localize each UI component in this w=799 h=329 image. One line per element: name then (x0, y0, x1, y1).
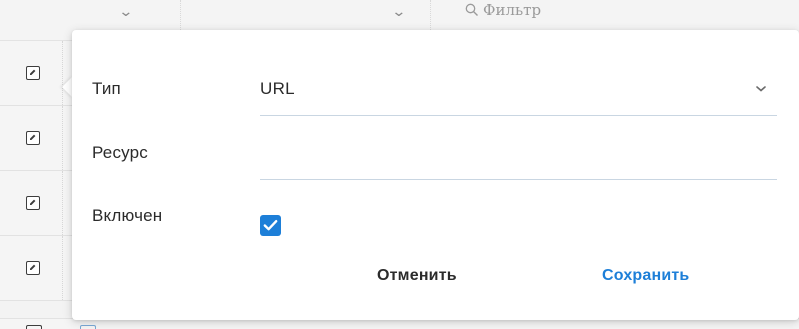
chevron-down-icon[interactable]: ⌄ (118, 4, 133, 18)
edit-cell (0, 171, 63, 235)
header-cell: ⌄ (180, 0, 431, 30)
edit-cell (0, 106, 63, 170)
edit-cell (0, 41, 63, 105)
edit-cell (0, 236, 63, 300)
type-select-value: URL (260, 79, 295, 98)
filter-placeholder: Фильтр (483, 1, 542, 19)
type-label: Тип (92, 79, 121, 98)
edit-icon[interactable] (26, 261, 40, 275)
enabled-label: Включен (92, 206, 163, 225)
header-cell: ⌄ (62, 0, 181, 30)
check-icon (263, 220, 278, 231)
enabled-checkbox[interactable] (260, 215, 281, 236)
edit-icon[interactable] (26, 196, 40, 210)
resource-field (260, 140, 777, 180)
edit-popover: Тип URL Ресурс Включен Отменить Сохранит… (72, 30, 799, 320)
chevron-down-icon[interactable]: ⌄ (391, 4, 406, 18)
edit-icon[interactable] (26, 325, 42, 329)
edit-icon[interactable] (26, 131, 40, 145)
cancel-button[interactable]: Отменить (377, 267, 457, 285)
search-icon (465, 3, 478, 16)
save-button[interactable]: Сохранить (602, 267, 689, 285)
resource-input[interactable] (260, 140, 777, 179)
chevron-down-icon (756, 86, 766, 92)
checkbox-icon[interactable] (80, 325, 96, 329)
screen: ⌄ ⌄ Фильтр Тип URL Ресурс Включен Отмени… (0, 0, 799, 329)
type-select[interactable]: URL (260, 79, 777, 116)
filter-field[interactable]: Фильтр (465, 0, 541, 20)
resource-label: Ресурс (92, 143, 149, 162)
edit-icon[interactable] (26, 66, 40, 80)
